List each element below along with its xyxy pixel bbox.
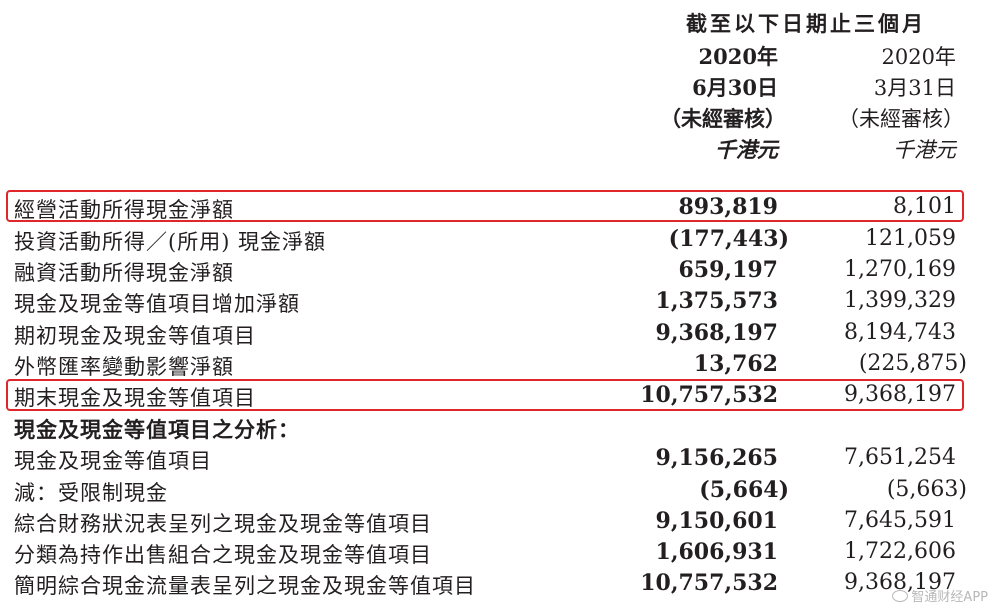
table-row: 融資活動所得現金淨額 659,197 1,270,169 [0,257,996,288]
section-label: 現金及現金等值項目之分析： [14,417,300,442]
row-value-col2: 8,194,743 [844,320,956,345]
zhitong-logo-icon [892,589,909,602]
row-value-col1: (5,664) [699,477,789,503]
table-row: 分類為持作出售組合之現金及現金等值項目 1,606,931 1,722,606 [0,539,996,570]
row-label: 簡明綜合現金流量表呈列之現金及現金等值項目 [14,574,476,598]
table-row: 投資活動所得／(所用) 現金淨額 (177,443) 121,059 [0,226,996,257]
col1-year: 2020年 [698,44,778,69]
row-value-col1: (177,443) [668,226,789,252]
col1-date: 6月30日 [692,75,778,100]
row-value-col2: 1,399,329 [844,288,956,313]
row-value-col2: (225,875) [858,351,967,376]
row-value-col1: 13,762 [693,351,778,377]
row-value-col2: 121,059 [865,226,956,251]
table-row: 外幣匯率變動影響淨額 13,762 (225,875) [0,351,996,382]
row-value-col1: 659,197 [678,257,778,283]
col2-date: 3月31日 [873,76,956,100]
row-label: 減：受限制現金 [14,481,168,505]
row-value-col2: 7,645,591 [844,508,956,533]
watermark-text: 智通财经APP [911,590,988,605]
row-value-col1: 1,606,931 [655,539,778,565]
table-row: 綜合財務狀況表呈列之現金及現金等值項目 9,150,601 7,645,591 [0,508,996,539]
row-label: 分類為持作出售組合之現金及現金等值項目 [14,543,432,567]
row-label: 現金及現金等值項目 [14,449,212,473]
row-label: 外幣匯率變動影響淨額 [14,355,234,379]
row-label: 綜合財務狀況表呈列之現金及現金等值項目 [14,512,432,536]
table-row: 現金及現金等值項目增加淨額 1,375,573 1,399,329 [0,288,996,319]
watermark: 智通财经APP [892,586,988,605]
highlight-box-operating-cash [6,190,964,222]
col1-audit: （未經審核） [660,106,786,131]
row-label: 現金及現金等值項目增加淨額 [14,292,300,316]
period-heading: 截至以下日期止三個月 [686,11,926,36]
row-label: 期初現金及現金等值項目 [14,324,256,348]
row-label: 融資活動所得現金淨額 [14,261,234,285]
row-value-col1: 9,156,265 [655,445,778,471]
row-value-col2: 7,651,254 [844,445,956,470]
row-label: 投資活動所得／(所用) 現金淨額 [14,230,327,254]
col2-audit: （未經審核） [838,107,964,131]
highlight-box-ending-cash [6,379,964,411]
row-value-col2: 1,722,606 [844,539,956,564]
table-row: 簡明綜合現金流量表呈列之現金及現金等值項目 10,757,532 9,368,1… [0,570,996,601]
row-value-col1: 10,757,532 [640,570,778,596]
row-value-col1: 9,150,601 [655,508,778,534]
table-row: 減：受限制現金 (5,664) (5,663) [0,477,996,508]
table-row: 期初現金及現金等值項目 9,368,197 8,194,743 [0,320,996,351]
row-value-col1: 1,375,573 [655,288,778,314]
table-row: 現金及現金等值項目 9,156,265 7,651,254 [0,445,996,476]
row-value-col2: (5,663) [886,477,967,502]
col2-year: 2020年 [881,45,956,69]
row-value-col2: 1,270,169 [844,257,956,282]
col1-unit: 千港元 [715,137,778,162]
col2-unit: 千港元 [893,138,956,162]
row-value-col1: 9,368,197 [655,320,778,346]
section-heading: 現金及現金等值項目之分析： [0,414,996,445]
